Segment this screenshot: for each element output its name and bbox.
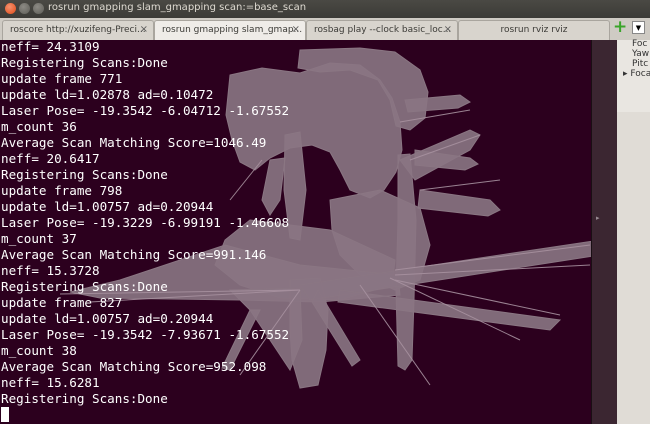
property-item[interactable]: Yaw — [632, 49, 649, 59]
window-titlebar[interactable]: rosrun gmapping slam_gmapping scan:=base… — [0, 0, 650, 18]
tab-label: roscore http://xuzifeng-Preci... — [10, 25, 146, 35]
tab-rviz[interactable]: rosrun rviz rviz — [458, 20, 610, 40]
splitter-arrow-icon[interactable]: ▸ — [596, 214, 600, 222]
terminal-output-area[interactable]: neff= 24.3109 Registering Scans:Done updat… — [0, 40, 591, 424]
terminal-line: update frame 798 — [1, 183, 123, 198]
tab-rosbag[interactable]: rosbag play --clock basic_loc... × — [306, 20, 458, 40]
terminal-line: Registering Scans:Done — [1, 55, 168, 70]
property-item-expandable[interactable]: ▸ Foca — [623, 69, 650, 79]
terminal-line: neff= 20.6417 — [1, 151, 100, 166]
tab-close-icon[interactable]: × — [444, 24, 452, 35]
terminal-cursor — [1, 407, 9, 422]
terminal-console-text: neff= 24.3109 Registering Scans:Done updat… — [1, 40, 289, 407]
terminal-line: update frame 827 — [1, 295, 123, 310]
terminal-line: neff= 15.3728 — [1, 263, 100, 278]
terminal-line: neff= 24.3109 — [1, 40, 100, 54]
terminal-line: m_count 37 — [1, 231, 77, 246]
property-item[interactable]: Pitc — [632, 59, 648, 69]
terminal-line: Laser Pose= -19.3542 -7.93671 -1.67552 — [1, 327, 290, 342]
terminal-line: Average Scan Matching Score=952.098 — [1, 359, 267, 374]
property-item[interactable]: Foc — [632, 39, 647, 49]
terminal-line: Registering Scans:Done — [1, 279, 168, 294]
terminal-line: neff= 15.6281 — [1, 375, 100, 390]
terminal-line: Average Scan Matching Score=991.146 — [1, 247, 267, 262]
tab-menu-dropdown-icon[interactable]: ▼ — [632, 21, 645, 34]
terminal-line: update ld=1.00757 ad=0.20944 — [1, 311, 214, 326]
terminal-line: Registering Scans:Done — [1, 167, 168, 182]
minimize-window-icon[interactable] — [19, 3, 30, 14]
terminal-line: update ld=1.02878 ad=0.10472 — [1, 87, 214, 102]
tab-label: rosrun rviz rviz — [500, 25, 568, 35]
close-window-icon[interactable] — [5, 3, 16, 14]
terminal-line: m_count 36 — [1, 119, 77, 134]
terminal-line: m_count 38 — [1, 343, 77, 358]
tab-label: rosrun gmapping slam_gmap... — [162, 25, 303, 35]
terminal-line: update ld=1.00757 ad=0.20944 — [1, 199, 214, 214]
maximize-window-icon[interactable] — [33, 3, 44, 14]
rviz-properties-panel: Foc Yaw Pitc ▸ Foca — [617, 39, 650, 424]
new-tab-plus-icon[interactable]: + — [613, 19, 627, 36]
tab-roscore[interactable]: roscore http://xuzifeng-Preci... × — [2, 20, 154, 40]
terminal-line: Laser Pose= -19.3229 -6.99191 -1.46608 — [1, 215, 290, 230]
terminal-tab-bar: roscore http://xuzifeng-Preci... × rosru… — [0, 18, 650, 41]
tab-label: rosbag play --clock basic_loc... — [314, 25, 452, 35]
window-title: rosrun gmapping slam_gmapping scan:=base… — [48, 2, 307, 13]
terminal-line: Laser Pose= -19.3542 -6.04712 -1.67552 — [1, 103, 290, 118]
panel-splitter[interactable]: ▸ — [591, 40, 617, 424]
terminal-line: Registering Scans:Done — [1, 391, 168, 406]
expand-triangle-icon[interactable]: ▸ — [623, 69, 628, 79]
tab-gmapping[interactable]: rosrun gmapping slam_gmap... × — [154, 20, 306, 40]
terminal-line: Average Scan Matching Score=1046.49 — [1, 135, 267, 150]
terminal-line: update frame 771 — [1, 71, 123, 86]
property-item-label: Foca — [630, 69, 650, 79]
tab-close-icon[interactable]: × — [140, 24, 148, 35]
panel-background — [617, 112, 650, 424]
tab-close-icon[interactable]: × — [292, 24, 300, 35]
